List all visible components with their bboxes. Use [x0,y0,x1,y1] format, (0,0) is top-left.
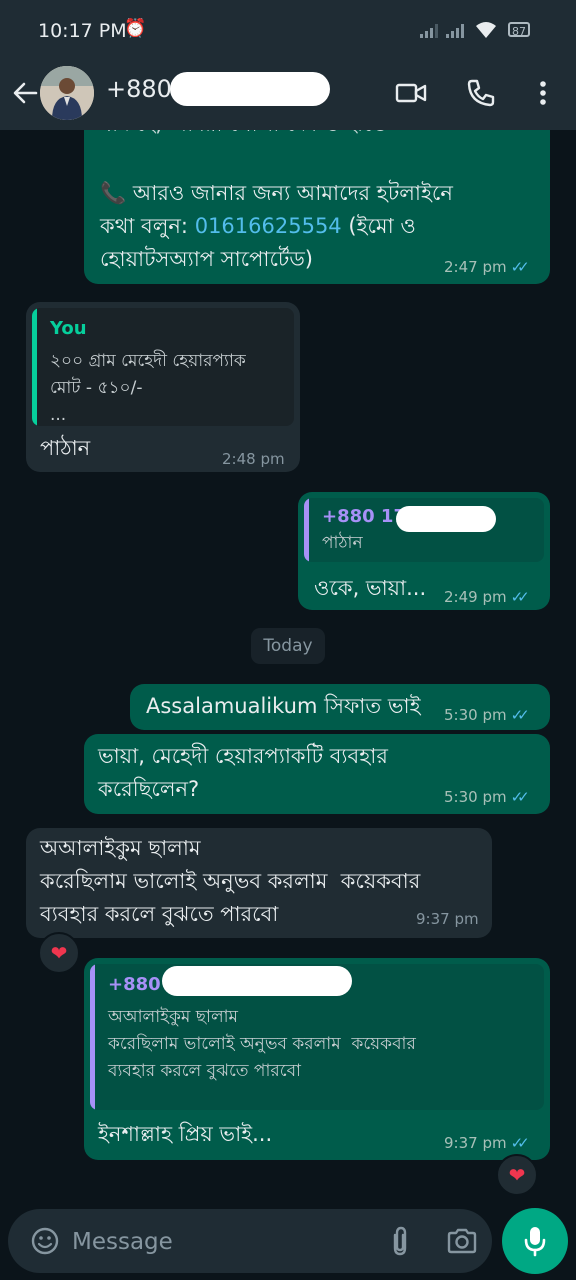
quote-text: অআলাইকুম ছালাম করেছিলাম ভালোই অনুভব করলা… [108,1007,416,1081]
message-input[interactable] [70,1223,374,1261]
quote-sender: You [50,318,87,339]
message-time: 2:48 pm [222,450,285,468]
signal-icon-2 [446,22,464,38]
message-incoming[interactable]: অআলাইকুম ছালাম করেছিলাম ভালোই অনুভব করলা… [26,828,492,938]
emoji-picker-icon[interactable] [30,1226,60,1256]
contact-name[interactable]: +880 [106,75,172,103]
telephone-icon: 📞 [100,181,127,205]
quote-bar [90,964,95,1110]
attach-icon[interactable] [386,1225,414,1257]
quote-text: পাঠান [322,533,363,553]
message-time: 2:49 pm [444,588,507,606]
read-ticks-icon: ✓✓ [510,706,530,724]
message-outgoing[interactable]: +880 অআলাইকুম ছালাম করেছিলাম ভালোই অনুভব… [84,958,550,1160]
wifi-icon [476,22,496,38]
read-ticks-icon: ✓✓ [510,788,530,806]
camera-icon[interactable] [446,1226,478,1256]
date-divider: Today [251,628,325,664]
message-time: 5:30 pm [444,706,507,724]
message-meta: 5:30 pm ✓✓ [444,706,530,724]
signal-icon [420,22,438,38]
quote-bar [304,498,309,562]
message-outgoing[interactable]: ভায়া, মেহেদী হেয়ারপ্যাকটি ব্যবহার করেছ… [84,734,550,814]
chat-area[interactable]: যদি হে, আমরা খোলা দেম ও হাতে 😊 📞 আরও জান… [0,130,576,1205]
alarm-icon: ⏰ [124,18,147,39]
read-ticks-icon: ✓✓ [510,258,530,276]
quote-sender: +880 17 [322,506,406,527]
quote-bar [32,308,37,426]
quote-sender: +880 [108,974,161,995]
quoted-message[interactable]: You ২০০ গ্রাম মেহেদী হেয়ারপ্যাক মোট - ৫… [32,308,294,426]
more-options-icon[interactable] [526,76,560,110]
read-ticks-icon: ✓✓ [510,588,530,606]
message-text: অআলাইকুম ছালাম করেছিলাম ভালোই অনুভব করলা… [40,836,421,926]
message-meta: 2:47 pm ✓✓ [444,258,530,276]
heart-reaction-icon[interactable]: ❤ [496,1154,538,1196]
message-text: Assalamualikum সিফাত ভাই [146,694,421,718]
message-text: ইনশাল্লাহ প্রিয় ভাই... [98,1122,273,1146]
redaction-mark [162,966,352,996]
message-time: 9:37 pm [416,910,479,928]
message-text: পাঠান [40,436,91,460]
composer-bar [0,1205,576,1280]
message-meta: 9:37 pm ✓✓ [444,1134,530,1152]
message-time: 9:37 pm [444,1134,507,1152]
status-bar: 10:17 PM ⏰ 87 [0,0,576,62]
heart-reaction-icon[interactable]: ❤ [38,932,80,974]
redaction-mark [396,506,496,532]
message-text-partial: যদি হে, আমরা খোলা দেম ও হাতে [100,130,387,141]
redaction-mark [170,72,330,106]
message-incoming[interactable]: You ২০০ গ্রাম মেহেদী হেয়ারপ্যাক মোট - ৫… [26,302,300,472]
message-meta: 2:49 pm ✓✓ [444,588,530,606]
voice-call-icon[interactable] [464,76,498,110]
battery-icon: 87 [508,22,530,38]
phone-link[interactable]: 01616625554 [195,214,342,238]
emoji-icon: 😊 [442,130,465,133]
message-time: 2:47 pm [444,258,507,276]
back-arrow-icon[interactable] [10,78,40,108]
composer[interactable] [8,1209,492,1273]
avatar[interactable] [40,66,94,120]
message-outgoing[interactable]: যদি হে, আমরা খোলা দেম ও হাতে 😊 📞 আরও জান… [84,130,550,284]
voice-record-button[interactable] [502,1208,568,1274]
message-outgoing[interactable]: Assalamualikum সিফাত ভাই 5:30 pm ✓✓ [130,684,550,730]
video-call-icon[interactable] [394,76,428,110]
quote-text: ২০০ গ্রাম মেহেদী হেয়ারপ্যাক মোট - ৫১০/-… [50,351,246,425]
message-meta: 5:30 pm ✓✓ [444,788,530,806]
message-outgoing[interactable]: +880 17 পাঠান ওকে, ভায়া... 2:49 pm ✓✓ [298,492,550,610]
message-time: 5:30 pm [444,788,507,806]
status-time: 10:17 PM [38,20,127,42]
message-text: ওকে, ভায়া... [314,576,427,600]
microphone-icon [524,1227,546,1257]
chat-header: +880 [0,62,576,130]
message-text: ভায়া, মেহেদী হেয়ারপ্যাকটি ব্যবহার করেছ… [98,744,388,801]
read-ticks-icon: ✓✓ [510,1134,530,1152]
